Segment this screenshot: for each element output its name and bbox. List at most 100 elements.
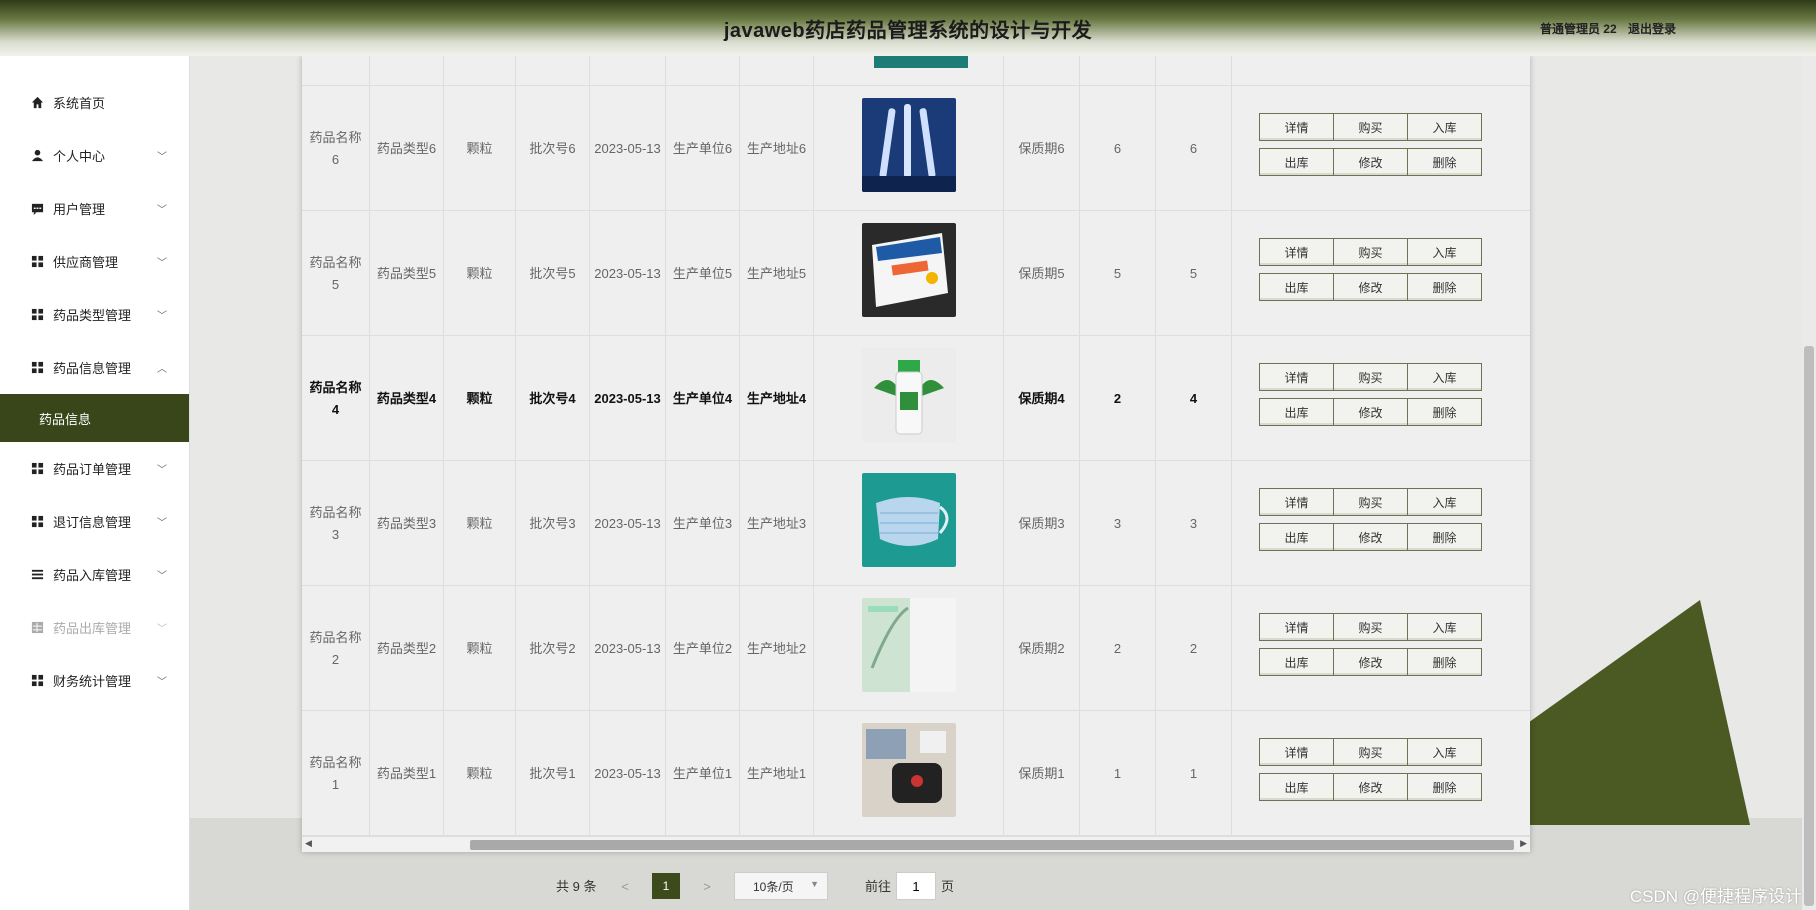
table-row: 药品名称6 药品类型6 颗粒 批次号6 2023-05-13 生产单位6 生产地址6 保质期6… [302, 86, 1530, 211]
stock-out-button[interactable]: 出库 [1259, 648, 1334, 676]
delete-button[interactable]: 删除 [1407, 273, 1482, 301]
page-scrollbar-thumb[interactable] [1804, 346, 1814, 906]
delete-button[interactable]: 删除 [1407, 148, 1482, 176]
stock-out-button[interactable]: 出库 [1259, 273, 1334, 301]
table-icon [30, 621, 44, 635]
delete-button[interactable]: 删除 [1407, 398, 1482, 426]
buy-button[interactable]: 购买 [1333, 113, 1408, 141]
drug-image[interactable] [861, 723, 956, 824]
grid-icon [30, 255, 44, 269]
page-scrollbar[interactable] [1802, 56, 1816, 910]
sidebar-item-label: 药品入库管理 [53, 568, 132, 583]
buy-button[interactable]: 购买 [1333, 238, 1408, 266]
table-cell-n1: 1 [1080, 711, 1156, 836]
sidebar-item-label: 财务统计管理 [53, 674, 132, 689]
thumbnail-cell [814, 336, 1004, 461]
pagination: 共 9 条 < 1 > 10条/页 ▼ 前往 页 [0, 870, 1816, 900]
stock-in-button[interactable]: 入库 [1407, 363, 1482, 391]
drug-image[interactable] [861, 473, 956, 574]
buy-button[interactable]: 购买 [1333, 613, 1408, 641]
drug-image[interactable] [861, 98, 956, 199]
sidebar-item-0[interactable]: 系统首页 [0, 76, 189, 129]
stock-in-button[interactable]: 入库 [1407, 488, 1482, 516]
stock-in-button[interactable]: 入库 [1407, 738, 1482, 766]
sidebar-item-7[interactable]: 退订信息管理 ﹀ [0, 495, 189, 548]
drug-image[interactable] [861, 598, 956, 699]
scroll-left-icon[interactable]: ◀ [305, 838, 312, 849]
sidebar-item-8[interactable]: 药品入库管理 ﹀ [0, 548, 189, 601]
table-row: 药品名称2 药品类型2 颗粒 批次号2 2023-05-13 生产单位2 生产地址2 保质期2… [302, 586, 1530, 711]
prev-page-button[interactable]: < [612, 873, 638, 899]
sidebar-item-label: 供应商管理 [53, 255, 119, 270]
edit-button[interactable]: 修改 [1333, 148, 1408, 176]
thumbnail-cell [814, 461, 1004, 586]
delete-button[interactable]: 删除 [1407, 648, 1482, 676]
sidebar-item-10[interactable]: 财务统计管理 ﹀ [0, 654, 189, 707]
detail-button[interactable]: 详情 [1259, 738, 1334, 766]
stock-in-button[interactable]: 入库 [1407, 613, 1482, 641]
table-cell-batch: 批次号3 [516, 461, 590, 586]
sidebar-item-2[interactable]: 用户管理 ﹀ [0, 182, 189, 235]
thumbnail-partial [874, 56, 968, 68]
table-cell-n2: 4 [1156, 336, 1232, 461]
user-bar: 普通管理员 22 退出登录 [1532, 20, 1676, 37]
scroll-right-icon[interactable]: ▶ [1520, 838, 1527, 849]
table-cell-type: 药品类型1 [370, 711, 444, 836]
table-horizontal-scrollbar[interactable]: ◀ ▶ [302, 836, 1530, 852]
sidebar-item-label: 药品订单管理 [53, 462, 132, 477]
stock-out-button[interactable]: 出库 [1259, 523, 1334, 551]
table-cell [444, 56, 516, 86]
table-cell-address: 生产地址1 [740, 711, 814, 836]
user-role-label: 普通管理员 22 [1539, 22, 1617, 36]
chevron-down-icon: ﹀ [157, 465, 167, 476]
stock-out-button[interactable]: 出库 [1259, 148, 1334, 176]
stock-in-button[interactable]: 入库 [1407, 238, 1482, 266]
detail-button[interactable]: 详情 [1259, 613, 1334, 641]
grid-icon [30, 308, 44, 322]
goto-page-input[interactable] [896, 872, 936, 900]
table-cell-name: 药品名称5 [302, 211, 370, 336]
edit-button[interactable]: 修改 [1333, 398, 1408, 426]
chevron-down-icon: ﹀ [157, 258, 167, 269]
logout-link[interactable]: 退出登录 [1628, 22, 1676, 36]
detail-button[interactable]: 详情 [1259, 238, 1334, 266]
table-cell-name: 药品名称6 [302, 86, 370, 211]
detail-button[interactable]: 详情 [1259, 363, 1334, 391]
drug-image[interactable] [861, 348, 956, 449]
sidebar-item-6[interactable]: 药品订单管理 ﹀ [0, 442, 189, 495]
sidebar-item-1[interactable]: 个人中心 ﹀ [0, 129, 189, 182]
stock-out-button[interactable]: 出库 [1259, 773, 1334, 801]
sidebar-item-9[interactable]: 药品出库管理 ﹀ [0, 601, 189, 654]
table-cell [370, 56, 444, 86]
table-cell-date: 2023-05-13 [590, 336, 666, 461]
detail-button[interactable]: 详情 [1259, 113, 1334, 141]
table-cell-form: 颗粒 [444, 86, 516, 211]
sidebar-item-label: 药品类型管理 [53, 308, 132, 323]
delete-button[interactable]: 删除 [1407, 773, 1482, 801]
delete-button[interactable]: 删除 [1407, 523, 1482, 551]
edit-button[interactable]: 修改 [1333, 648, 1408, 676]
table-cell-n2: 6 [1156, 86, 1232, 211]
edit-button[interactable]: 修改 [1333, 773, 1408, 801]
sidebar-item-3[interactable]: 供应商管理 ﹀ [0, 235, 189, 288]
grid-icon [30, 515, 44, 529]
chevron-down-icon: ﹀ [157, 205, 167, 216]
row-actions: 详情 购买 入库出库 修改 删除 [1244, 336, 1530, 461]
buy-button[interactable]: 购买 [1333, 738, 1408, 766]
page-size-select[interactable]: 10条/页 ▼ [734, 872, 828, 900]
next-page-button[interactable]: > [694, 873, 720, 899]
stock-out-button[interactable]: 出库 [1259, 398, 1334, 426]
page-button-1[interactable]: 1 [652, 873, 680, 899]
buy-button[interactable]: 购买 [1333, 363, 1408, 391]
edit-button[interactable]: 修改 [1333, 523, 1408, 551]
edit-button[interactable]: 修改 [1333, 273, 1408, 301]
sidebar-subitem-drug-info[interactable]: 药品信息 [0, 394, 189, 442]
sidebar-item-4[interactable]: 药品类型管理 ﹀ [0, 288, 189, 341]
scrollbar-thumb[interactable] [470, 840, 1514, 850]
detail-button[interactable]: 详情 [1259, 488, 1334, 516]
table-cell-maker: 生产单位4 [666, 336, 740, 461]
sidebar-item-5[interactable]: 药品信息管理 ︿ [0, 341, 189, 394]
stock-in-button[interactable]: 入库 [1407, 113, 1482, 141]
buy-button[interactable]: 购买 [1333, 488, 1408, 516]
drug-image[interactable] [861, 223, 956, 324]
